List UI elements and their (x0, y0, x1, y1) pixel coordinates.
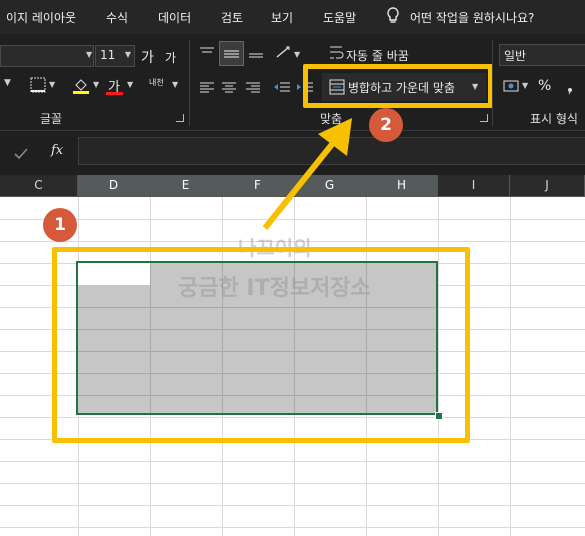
highlight-merge-box (303, 64, 493, 108)
shrink-font-button[interactable]: 가 (165, 49, 176, 66)
group-separator (189, 40, 190, 126)
column-header-i[interactable]: I (438, 175, 510, 196)
align-left-icon[interactable] (199, 80, 215, 99)
step-1-badge: 1 (43, 208, 77, 242)
column-header-j[interactable]: J (510, 175, 585, 196)
borders-icon[interactable] (30, 77, 46, 97)
alignment-dialog-launcher-icon[interactable] (480, 114, 488, 122)
font-color-swatch (106, 92, 123, 95)
chevron-down-icon[interactable]: ▼ (294, 50, 300, 59)
number-group-label: 표시 형식 (530, 112, 578, 126)
grid-line (0, 461, 585, 462)
tell-me-search[interactable]: 어떤 작업을 원하시나요? (410, 9, 534, 26)
menu-formulas[interactable]: 수식 (106, 9, 128, 26)
column-header-d[interactable]: D (78, 175, 150, 196)
comma-style-icon[interactable] (562, 79, 580, 99)
number-format-dropdown[interactable]: 일반 (499, 44, 585, 66)
orientation-icon[interactable] (275, 44, 293, 64)
menu-help[interactable]: 도움말 (323, 9, 356, 26)
font-dialog-launcher-icon[interactable] (176, 114, 184, 122)
lightbulb-icon (386, 7, 400, 29)
grid-line (0, 527, 585, 528)
insert-function-button[interactable]: fx (51, 143, 63, 158)
grid-line (0, 483, 585, 484)
chevron-down-icon[interactable]: ▼ (49, 80, 55, 89)
step-2-badge: 2 (369, 108, 403, 142)
chevron-down-icon[interactable]: ▼ (127, 80, 133, 89)
font-size-dropdown[interactable]: 11 ▼ (95, 45, 135, 67)
align-middle-button[interactable] (219, 41, 244, 66)
accounting-format-icon[interactable] (503, 78, 521, 98)
percent-style-button[interactable]: % (538, 78, 551, 94)
font-group-label: 글꼴 (40, 112, 63, 126)
column-header-c[interactable]: C (0, 175, 78, 196)
align-top-icon[interactable] (199, 45, 215, 64)
wrap-text-icon (328, 44, 344, 66)
menu-view[interactable]: 보기 (271, 9, 293, 26)
align-center-icon[interactable] (221, 80, 237, 99)
menu-page-layout[interactable]: 이지 레이아웃 (6, 9, 76, 26)
highlight-range-box (52, 247, 470, 443)
chevron-down-icon[interactable]: ▼ (4, 78, 11, 88)
chevron-down-icon[interactable]: ▼ (93, 80, 99, 89)
chevron-down-icon: ▼ (86, 50, 93, 59)
column-header-e[interactable]: E (150, 175, 222, 196)
wrap-text-button[interactable]: 자동 줄 바꿈 (346, 47, 409, 64)
font-name-dropdown[interactable] (0, 45, 94, 67)
menu-data[interactable]: 데이터 (158, 9, 191, 26)
align-bottom-icon[interactable] (248, 45, 264, 64)
decrease-indent-icon[interactable] (273, 80, 291, 99)
grid-line (510, 197, 511, 536)
grow-font-button[interactable]: 가 (141, 47, 154, 67)
chevron-down-icon: ▼ (124, 50, 131, 59)
arrow-annotation (262, 118, 352, 230)
column-header-h[interactable]: H (366, 175, 438, 196)
align-right-icon[interactable] (245, 80, 261, 99)
number-format-value: 일반 (504, 49, 527, 63)
chevron-down-icon[interactable]: ▼ (172, 80, 178, 89)
phonetic-button[interactable]: 내천 (149, 77, 164, 88)
chevron-down-icon[interactable]: ▼ (522, 81, 528, 90)
grid-line (0, 505, 585, 506)
fill-color-icon[interactable] (72, 76, 90, 98)
enter-check-icon[interactable] (14, 145, 28, 164)
group-separator (492, 40, 493, 126)
font-size-value: 11 (100, 48, 116, 62)
menu-review[interactable]: 검토 (221, 9, 243, 26)
menu-bar: 이지 레이아웃 수식 데이터 검토 보기 도움말 어떤 작업을 원하시나요? (0, 0, 585, 34)
